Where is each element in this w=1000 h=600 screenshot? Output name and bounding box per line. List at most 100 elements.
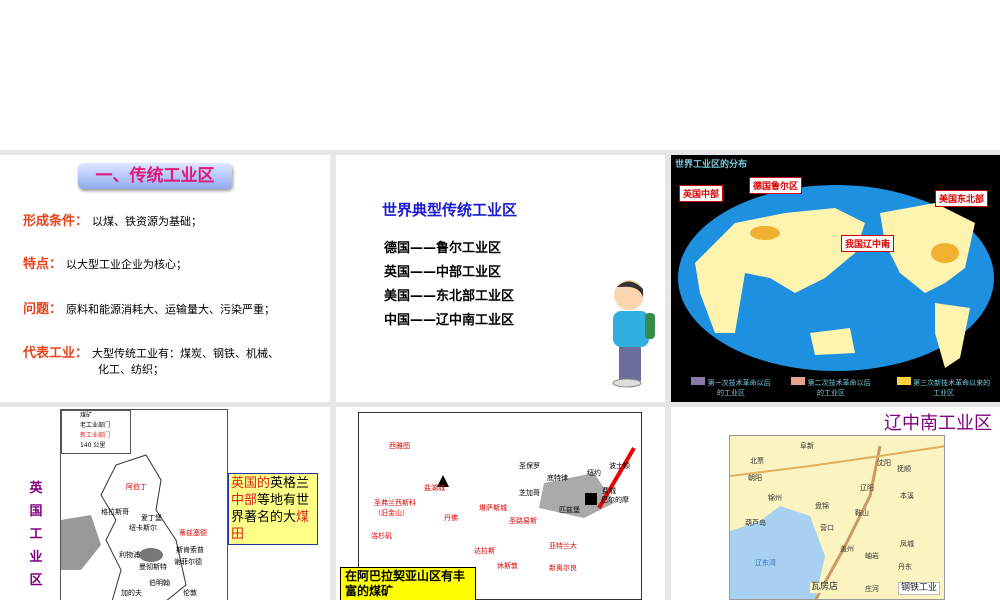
- city-label: 辽阳: [860, 484, 874, 492]
- city-label: 丹佛: [444, 514, 458, 522]
- city-label: 匹兹堡: [559, 506, 580, 514]
- liaoning-map: 阜新 北票 朝阳 锦州 葫芦岛 盘锦 营口 沈阳 抚顺 本溪 辽阳 鞍山 盖州 …: [729, 435, 945, 600]
- row-key: 问题：: [23, 302, 63, 317]
- list-item: 中国——辽中南工业区: [384, 313, 515, 328]
- city-label: 抚顺: [897, 465, 911, 473]
- row-text-cont: 化工、纺织；: [98, 363, 164, 376]
- city-label: 伦敦: [183, 589, 197, 597]
- city-label: 岫岩: [865, 552, 879, 560]
- city-label: 底特律: [547, 474, 568, 482]
- slide-2-thumbnail[interactable]: 世界典型传统工业区 德国——鲁尔工业区 英国——中部工业区 美国——东北部工业区…: [336, 155, 665, 402]
- city-label: 新奥尔良: [549, 564, 577, 572]
- slide-heading: 世界典型传统工业区: [382, 201, 518, 219]
- city-label: 巴尔的摩: [601, 496, 629, 504]
- slide-1-thumbnail[interactable]: 一、传统工业区 形成条件： 以煤、铁资源为基础； 特点： 以大型工业企业为核心； 问…: [0, 155, 330, 402]
- city-label: 洛杉矶: [371, 532, 392, 540]
- city-label: 休斯敦: [497, 562, 518, 570]
- city-label: 利物浦: [119, 551, 140, 559]
- city-label: 锦州: [768, 494, 782, 502]
- list-item: 美国——东北部工业区: [384, 289, 515, 304]
- legend-text: 第三次新技术革命以来的工业区: [913, 379, 991, 397]
- city-label: 伯明翰: [149, 579, 170, 587]
- row-key: 代表工业：: [23, 346, 89, 361]
- city-label: 盘锦: [815, 502, 829, 510]
- slide-5-thumbnail[interactable]: 西雅图 盐湖城 圣弗兰西斯科（旧金山） 丹佛 堪萨斯城 圣路易斯 洛杉矶 达拉斯…: [336, 407, 665, 600]
- city-label: 瓦房店: [810, 582, 840, 593]
- callout-text: 英格兰: [270, 476, 310, 491]
- slide-sorter-grid: 一、传统工业区 形成条件： 以煤、铁资源为基础； 特点： 以大型工业企业为核心； 问…: [0, 150, 1000, 600]
- legend-text: 新工业部门: [80, 432, 111, 439]
- city-label: 丹东: [898, 563, 912, 571]
- label-ruhr: 德国鲁尔区: [749, 177, 803, 194]
- city-label: 加的夫: [121, 589, 142, 597]
- city-label: 圣保罗: [519, 462, 540, 470]
- city-label: 本溪: [900, 492, 914, 500]
- legend-item: 第一次技术革命以后的工业区: [691, 377, 771, 398]
- city-label: 谢菲尔德: [174, 558, 202, 566]
- row-text: 大型传统工业有：煤炭、钢铁、机械、: [92, 347, 280, 360]
- row-industries: 代表工业： 大型传统工业有：煤炭、钢铁、机械、化工、纺织；: [23, 342, 279, 377]
- city-label: 芝加哥: [519, 489, 540, 497]
- slide-4-thumbnail[interactable]: 英国工业区 煤矿老工业部门新工业部门 140 公里 阿伯丁 格拉斯哥 爱丁堡 纽卡…: [0, 407, 330, 600]
- row-problems: 问题： 原料和能源消耗大、运输量大、污染严重；: [23, 298, 275, 317]
- row-key: 形成条件：: [23, 214, 89, 229]
- city-label: 圣路易斯: [509, 517, 537, 525]
- city-label: 朝阳: [748, 474, 762, 482]
- label-liaozhongnan: 我国辽中南: [841, 235, 895, 252]
- uk-map: 煤矿老工业部门新工业部门 140 公里 阿伯丁 格拉斯哥 爱丁堡 纽卡斯尔 蒂兹塞…: [60, 409, 228, 600]
- legend-item: 第三次新技术革命以来的工业区: [896, 377, 991, 398]
- vertical-title: 英国工业区: [29, 481, 43, 588]
- slide-3-thumbnail[interactable]: 世界工业区的分布 英国中部 德国鲁尔区 美国东北部 我国辽中南 第一次技术革命以…: [671, 155, 1000, 402]
- callout-text: 英国的: [231, 476, 271, 491]
- label-uk-midlands: 英国中部: [679, 185, 724, 202]
- city-label: 波士顿: [609, 462, 630, 470]
- list-item: 英国——中部工业区: [384, 265, 502, 280]
- city-label: 曼彻斯特: [139, 563, 167, 571]
- cartoon-boy-illustration: [612, 280, 655, 388]
- city-label: 格拉斯哥: [101, 508, 129, 516]
- row-text: 原料和能源消耗大、运输量大、污染严重；: [66, 303, 276, 316]
- sea-label: 辽东湾: [755, 559, 776, 567]
- city-label: 葫芦岛: [745, 519, 766, 527]
- city-label: 庄河: [865, 585, 879, 593]
- city-label: 营口: [820, 524, 834, 532]
- legend-text: 煤矿: [80, 412, 93, 419]
- row-key: 特点：: [23, 257, 63, 272]
- world-map: [678, 185, 994, 371]
- slide-title: 一、传统工业区: [78, 163, 232, 189]
- city-label: 纽约: [587, 469, 601, 477]
- list-item: 德国——鲁尔工业区: [384, 241, 502, 256]
- slide-title: 辽中南工业区: [884, 413, 992, 434]
- city-label: 爱丁堡: [141, 514, 162, 522]
- city-label: 达拉斯: [474, 547, 495, 555]
- city-label: 阜新: [800, 442, 814, 450]
- map-title: 世界工业区的分布: [675, 160, 748, 170]
- city-label: 鞍山: [855, 509, 869, 517]
- row-text: 以大型工业企业为核心；: [66, 258, 188, 271]
- map-legend: 钢铁工业: [898, 582, 941, 595]
- city-label: 盐湖城: [424, 484, 445, 492]
- row-features: 特点： 以大型工业企业为核心；: [23, 253, 187, 272]
- city-label: 纽卡斯尔: [129, 524, 157, 532]
- city-label: 西雅图: [389, 442, 410, 450]
- city-label: 阿伯丁: [126, 483, 147, 491]
- city-label: 堪萨斯城: [479, 504, 507, 512]
- city-label: 圣弗兰西斯科（旧金山）: [374, 499, 416, 517]
- city-label: 凤城: [900, 540, 914, 548]
- legend-text: 140 公里: [80, 442, 106, 449]
- city-label: 蒂兹塞德: [179, 529, 207, 537]
- legend-text: 老工业部门: [80, 422, 111, 429]
- row-conditions: 形成条件： 以煤、铁资源为基础；: [23, 210, 202, 229]
- city-label: 斯肯索普: [176, 546, 204, 554]
- city-label: 亚特兰大: [549, 542, 577, 550]
- callout-box: 在阿巴拉契亚山区有丰富的煤矿: [340, 567, 476, 600]
- map-legend: 煤矿老工业部门新工业部门 140 公里: [61, 410, 131, 454]
- callout-text: 中部: [231, 493, 258, 508]
- legend-item: 第二次技术革命以后的工业区: [791, 377, 871, 398]
- slide-6-thumbnail[interactable]: 辽中南工业区 阜新 北票 朝阳 锦州 葫芦岛 盘锦 营口 沈阳 抚顺 本溪 辽阳…: [671, 407, 1000, 600]
- city-label: 沈阳: [877, 459, 891, 467]
- city-label: 北票: [750, 457, 764, 465]
- legend-text: 第一次技术革命以后的工业区: [707, 379, 771, 397]
- city-label: 盖州: [840, 545, 854, 553]
- legend-text: 第二次技术革命以后的工业区: [807, 379, 871, 397]
